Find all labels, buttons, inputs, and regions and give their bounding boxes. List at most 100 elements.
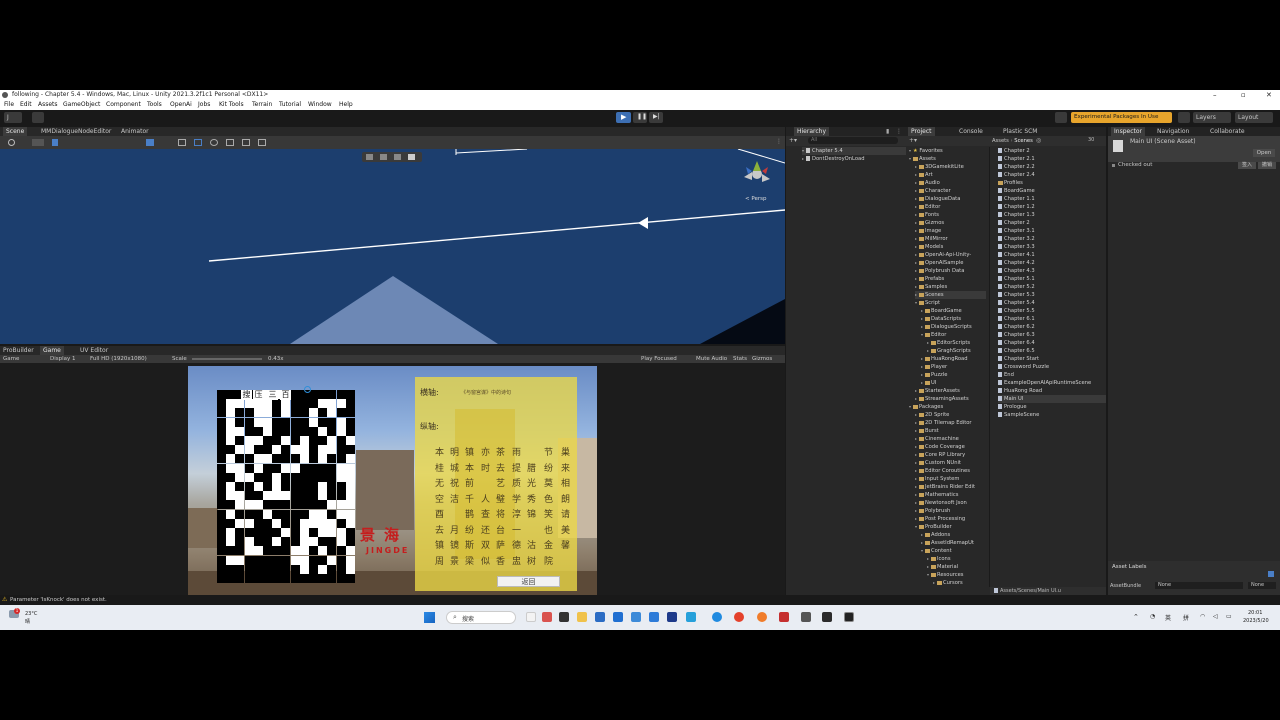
tab-scene[interactable]: Scene	[3, 127, 28, 136]
hierarchy-item-dontdestroy[interactable]: ▸ DontDestroyOnLoad	[802, 155, 865, 163]
grid-cell[interactable]	[226, 491, 236, 501]
widgets-icon[interactable]	[526, 612, 536, 622]
grid-cell[interactable]	[226, 454, 236, 464]
grid-cell[interactable]	[327, 555, 337, 565]
experimental-packages-badge[interactable]: Experimental Packages In Use	[1071, 112, 1172, 123]
project-folder-item[interactable]: ▸ Models	[915, 243, 943, 251]
grid-cell[interactable]	[345, 491, 355, 501]
tab-collaborate[interactable]: Collaborate	[1207, 127, 1248, 136]
grid-cell[interactable]	[226, 436, 236, 445]
project-folder-item[interactable]: ▸ Polybrush Data	[915, 267, 964, 275]
project-folder-item[interactable]: ▸ OpenAi-Api-Unity-	[915, 251, 971, 259]
grid-cell[interactable]	[309, 408, 318, 418]
crossword-grid[interactable]	[217, 390, 356, 583]
grid-cell[interactable]	[253, 399, 263, 409]
tab-uv-editor[interactable]: UV Editor	[77, 346, 111, 355]
grid-cell[interactable]	[263, 399, 272, 409]
ime-lang[interactable]: 英	[1165, 613, 1171, 622]
grid-cell[interactable]	[253, 408, 263, 418]
grid-cell[interactable]	[345, 436, 355, 445]
project-folder-item[interactable]: ▾ Packages	[909, 403, 943, 411]
grid-cell[interactable]	[272, 472, 282, 482]
open-button[interactable]: Open	[1253, 149, 1275, 157]
project-folder-item[interactable]: ▾ Resources	[927, 571, 964, 579]
scene-asset-item[interactable]: ExampleOpenAIApiRuntimeScene	[998, 379, 1091, 387]
back-button[interactable]: 返回	[497, 576, 560, 587]
project-folder-item[interactable]: ▸ Scenes	[915, 291, 986, 299]
grid-cell[interactable]	[226, 528, 236, 537]
grid-cell[interactable]	[318, 491, 328, 501]
grid-cell[interactable]	[299, 436, 309, 445]
mail-icon[interactable]	[649, 612, 659, 622]
scene-asset-item[interactable]: Chapter Start	[998, 355, 1039, 363]
edge-icon[interactable]	[712, 612, 722, 622]
project-folder-item[interactable]: ▸ Gizmos	[915, 219, 944, 227]
project-folder-item[interactable]: ▸ OpenAISample	[915, 259, 963, 267]
project-folder-item[interactable]: ▾ Content	[921, 547, 952, 555]
breadcrumb-scenes[interactable]: Scenes	[1014, 138, 1033, 144]
layers-dropdown[interactable]: Layers	[1193, 112, 1231, 123]
grid-cell[interactable]	[327, 518, 337, 528]
project-folder-item[interactable]: ▸ Burst	[915, 427, 939, 435]
project-folder-item[interactable]: ▸ UI	[921, 379, 936, 387]
grid-cell[interactable]	[244, 399, 254, 409]
project-folder-item[interactable]: ▸ HuaRongRoad	[921, 355, 968, 363]
close-icon[interactable]: ✕	[1266, 90, 1272, 100]
status-warning-text[interactable]: Parameter 'IsKnock' does not exist.	[10, 597, 107, 603]
project-folder-item[interactable]: ▸ DataScripts	[921, 315, 961, 323]
account-button[interactable]: J	[4, 112, 22, 123]
scene-asset-item[interactable]: Chapter 2	[998, 147, 1030, 155]
grid-cell[interactable]	[253, 417, 263, 427]
more-options-icon[interactable]: ⋮	[776, 138, 782, 145]
scene-asset-item[interactable]: Chapter 3.3	[998, 243, 1035, 251]
project-folder-item[interactable]: ▸ StarterAssets	[915, 387, 960, 395]
maximize-icon[interactable]: ▫	[1241, 90, 1246, 100]
grid-cell[interactable]	[263, 509, 272, 519]
grid-cell[interactable]	[299, 454, 309, 464]
scene-asset-item[interactable]: Profiles	[998, 179, 1023, 187]
grid-cell[interactable]	[336, 399, 346, 409]
ime-mode[interactable]: 拼	[1183, 613, 1189, 622]
grid-cell[interactable]	[253, 463, 263, 473]
grid-cell[interactable]	[327, 399, 337, 409]
scene-asset-item[interactable]: Chapter 5.4	[998, 299, 1035, 307]
vscode-icon[interactable]	[686, 612, 696, 622]
menu-file[interactable]: File	[4, 100, 14, 110]
project-folder-item[interactable]: ▸ Icons	[927, 555, 951, 563]
project-folder-item[interactable]: ▾ ProBuilder	[915, 523, 952, 531]
grid-cell[interactable]	[272, 390, 282, 399]
assetbundle-dropdown[interactable]: None	[1155, 582, 1243, 589]
project-folder-item[interactable]: ▸ Player	[921, 363, 947, 371]
tab-console[interactable]: Console	[956, 127, 986, 136]
project-folder-item[interactable]: ▸ JetBrains Rider Edit	[915, 483, 975, 491]
add-icon[interactable]: +▾	[789, 137, 797, 144]
menu-assets[interactable]: Assets	[38, 100, 58, 110]
project-folder-item[interactable]: ▸ Code Coverage	[915, 443, 965, 451]
scene-asset-item[interactable]: Chapter 6.1	[998, 315, 1035, 323]
tab-probuilder[interactable]: ProBuilder	[0, 346, 37, 355]
grid-cell[interactable]	[253, 436, 263, 445]
grid-cell[interactable]	[327, 528, 337, 537]
grid-cell[interactable]	[327, 408, 337, 418]
grid-cell[interactable]	[235, 445, 245, 455]
grid-cell[interactable]	[235, 399, 245, 409]
scene-asset-item[interactable]: Chapter 4.1	[998, 251, 1035, 259]
tab-project[interactable]: Project	[908, 127, 935, 136]
grid-cell[interactable]	[299, 555, 309, 565]
project-folder-item[interactable]: ▸ BoardGame	[921, 307, 962, 315]
grid-cell[interactable]	[281, 399, 291, 409]
tab-inspector[interactable]: Inspector	[1111, 127, 1145, 136]
2d-toggle[interactable]	[32, 139, 44, 146]
scale-slider[interactable]	[192, 358, 262, 360]
grid-cell[interactable]	[345, 518, 355, 528]
layout-dropdown[interactable]: Layout	[1235, 112, 1273, 123]
project-folder-item[interactable]: ▸ Newtonsoft Json	[915, 499, 967, 507]
grid-cell[interactable]	[235, 555, 245, 565]
grid-cell[interactable]	[299, 546, 309, 556]
menu-openai[interactable]: OpenAi	[170, 100, 192, 110]
project-folder-item[interactable]: ▸ Addons	[921, 531, 950, 539]
project-folder-item[interactable]: ▸ Input System	[915, 475, 959, 483]
tab-hierarchy[interactable]: Hierarchy	[794, 127, 830, 136]
play-focused-dropdown[interactable]: Play Focused	[641, 355, 677, 363]
grid-cell[interactable]	[226, 537, 236, 547]
